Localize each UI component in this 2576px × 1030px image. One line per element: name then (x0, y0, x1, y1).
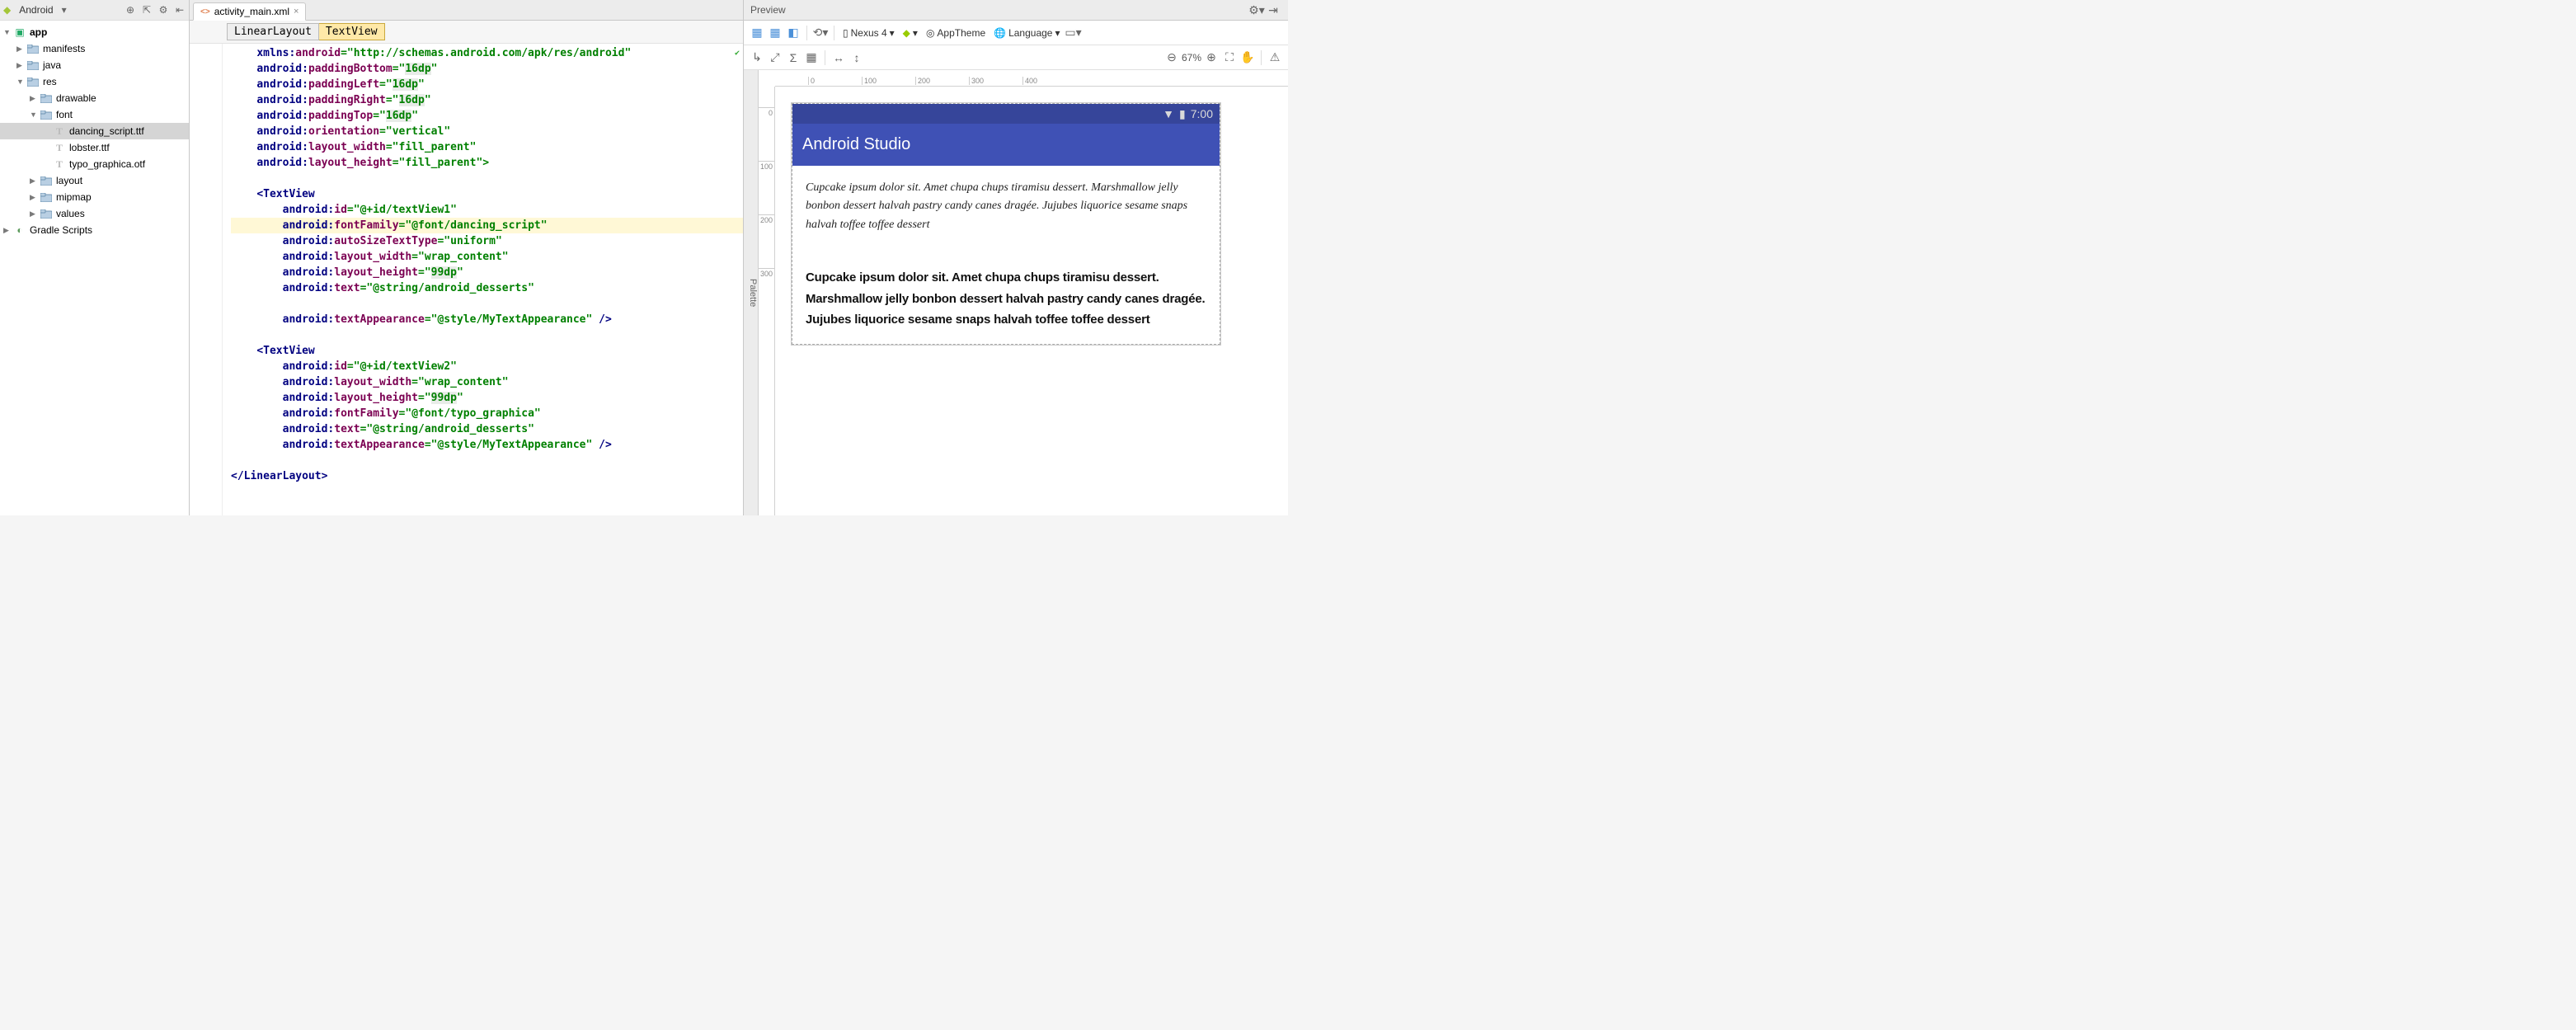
close-icon[interactable]: × (294, 7, 298, 16)
palette-strip[interactable]: Palette (744, 70, 759, 515)
editor-tab-activity-main[interactable]: <> activity_main.xml × (193, 2, 306, 21)
tree-node-app[interactable]: ▼ ▣ app (0, 24, 189, 40)
status-time: 7:00 (1191, 107, 1213, 120)
font-file-icon: T (53, 142, 66, 153)
editor-tab-bar: <> activity_main.xml × (190, 0, 743, 21)
folder-icon (26, 43, 40, 54)
expand-v-icon[interactable]: ↕ (848, 49, 865, 66)
ruler-vertical: 0 100 200 300 (759, 87, 775, 515)
app-bar-title: Android Studio (802, 135, 910, 153)
tree-file-typo-graphica[interactable]: T typo_graphica.otf (0, 156, 189, 172)
api-dropdown[interactable]: ◆▾ (900, 27, 921, 39)
folder-icon (40, 92, 53, 104)
tree-node-mipmap[interactable]: ▶ mipmap (0, 189, 189, 205)
sigma-icon[interactable]: Σ (785, 49, 801, 66)
zoom-level: 67% (1182, 52, 1201, 63)
code-editor[interactable]: ✔ xmlns:android="http://schemas.android.… (190, 44, 743, 515)
device-content: Cupcake ipsum dolor sit. Amet chupa chup… (792, 166, 1220, 344)
xml-file-icon: <> (200, 7, 210, 16)
design-surface[interactable]: ▼ ▮ 7:00 Android Studio Cupcake ipsum do… (775, 87, 1288, 515)
device-status-bar: ▼ ▮ 7:00 (792, 104, 1220, 124)
editor-area: <> activity_main.xml × LinearLayout Text… (190, 0, 744, 515)
preview-title-bar: Preview ⚙▾ ⇥ (744, 0, 1288, 21)
expand-h-icon[interactable]: ↔ (830, 49, 847, 66)
tree-node-font[interactable]: ▼ font (0, 106, 189, 123)
tree-file-lobster[interactable]: T lobster.ttf (0, 139, 189, 156)
tree-node-layout[interactable]: ▶ layout (0, 172, 189, 189)
both-icon[interactable]: ◧ (785, 25, 801, 41)
gutter (190, 44, 223, 515)
folder-icon (40, 175, 53, 186)
hide-icon[interactable]: ⇤ (174, 4, 186, 16)
folder-icon (40, 191, 53, 203)
chevron-down-icon[interactable]: ▾ (59, 4, 70, 16)
pan-icon[interactable]: ⤢ (767, 49, 783, 66)
theme-dropdown[interactable]: ◎ AppTheme (923, 27, 989, 39)
pan-hand-icon[interactable]: ✋ (1239, 49, 1256, 66)
zoom-fit-icon[interactable]: ⛶ (1221, 49, 1238, 66)
preview-toolbar-2: ↳ ⤢ Σ ▦ ↔ ↕ ⊖ 67% ⊕ ⛶ ✋ ⚠ (744, 45, 1288, 70)
ruler-horizontal: 0 100 200 300 400 (775, 70, 1288, 87)
project-panel: ◆ Android ▾ ⊕ ⇱ ⚙ ⇤ ▼ ▣ app ▶ manifests … (0, 0, 190, 515)
font-file-icon: T (53, 158, 66, 170)
tree-node-java[interactable]: ▶ java (0, 57, 189, 73)
project-view-label[interactable]: Android (19, 4, 53, 16)
collapse-icon[interactable]: ⇱ (141, 4, 153, 16)
tree-node-gradle[interactable]: ▶ ◐ Gradle Scripts (0, 222, 189, 238)
project-toolbar: ◆ Android ▾ ⊕ ⇱ ⚙ ⇤ (0, 0, 189, 21)
gradle-icon: ◐ (13, 224, 26, 236)
zoom-out-icon[interactable]: ⊖ (1163, 49, 1180, 66)
device-dropdown[interactable]: ▯ Nexus 4 ▾ (839, 27, 898, 39)
tree-node-res[interactable]: ▼ res (0, 73, 189, 90)
module-icon: ▣ (13, 26, 26, 38)
blueprint-icon[interactable]: ▦ (767, 25, 783, 41)
design-surface-icon[interactable]: ▦ (749, 25, 765, 41)
textview2-preview[interactable]: Cupcake ipsum dolor sit. Amet chupa chup… (806, 267, 1206, 331)
dice-icon[interactable]: ▦ (803, 49, 820, 66)
folder-icon (40, 109, 53, 120)
tree-node-values[interactable]: ▶ values (0, 205, 189, 222)
select-icon[interactable]: ↳ (749, 49, 765, 66)
wifi-icon: ▼ (1163, 107, 1174, 120)
device-app-bar: Android Studio (792, 124, 1220, 166)
battery-icon: ▮ (1179, 107, 1186, 121)
warnings-icon[interactable]: ⚠ (1267, 49, 1283, 66)
gear-icon[interactable]: ⚙▾ (1248, 2, 1265, 18)
preview-panel: Preview ⚙▾ ⇥ ▦ ▦ ◧ ⟲▾ ▯ Nexus 4 ▾ ◆▾ ◎ A… (744, 0, 1288, 515)
orientation-icon[interactable]: ⟲▾ (812, 25, 829, 41)
folder-icon (40, 208, 53, 219)
preview-toolbar-1: ▦ ▦ ◧ ⟲▾ ▯ Nexus 4 ▾ ◆▾ ◎ AppTheme 🌐Lang… (744, 21, 1288, 45)
project-tree: ▼ ▣ app ▶ manifests ▶ java ▼ res ▶ drawa… (0, 21, 189, 242)
tree-node-drawable[interactable]: ▶ drawable (0, 90, 189, 106)
hide-icon[interactable]: ⇥ (1265, 2, 1281, 18)
language-dropdown[interactable]: 🌐Language ▾ (990, 27, 1063, 39)
folder-icon (26, 76, 40, 87)
tab-label: activity_main.xml (214, 6, 289, 17)
layout-variants-icon[interactable]: ▭▾ (1065, 25, 1082, 41)
tree-file-dancing-script[interactable]: T dancing_script.ttf (0, 123, 189, 139)
inspection-ok-icon: ✔ (735, 45, 740, 61)
preview-title: Preview (750, 4, 786, 16)
device-frame: ▼ ▮ 7:00 Android Studio Cupcake ipsum do… (792, 103, 1220, 345)
textview1-preview[interactable]: Cupcake ipsum dolor sit. Amet chupa chup… (806, 179, 1206, 234)
gear-icon[interactable]: ⚙ (157, 4, 169, 16)
android-icon: ◆ (3, 4, 11, 16)
target-icon[interactable]: ⊕ (125, 4, 136, 16)
folder-icon (26, 59, 40, 71)
breadcrumb-linearlayout[interactable]: LinearLayout (227, 23, 319, 40)
tree-node-manifests[interactable]: ▶ manifests (0, 40, 189, 57)
breadcrumbs: LinearLayout TextView (190, 21, 743, 44)
font-file-icon: T (53, 125, 66, 137)
breadcrumb-textview[interactable]: TextView (319, 23, 385, 40)
zoom-in-icon[interactable]: ⊕ (1203, 49, 1220, 66)
